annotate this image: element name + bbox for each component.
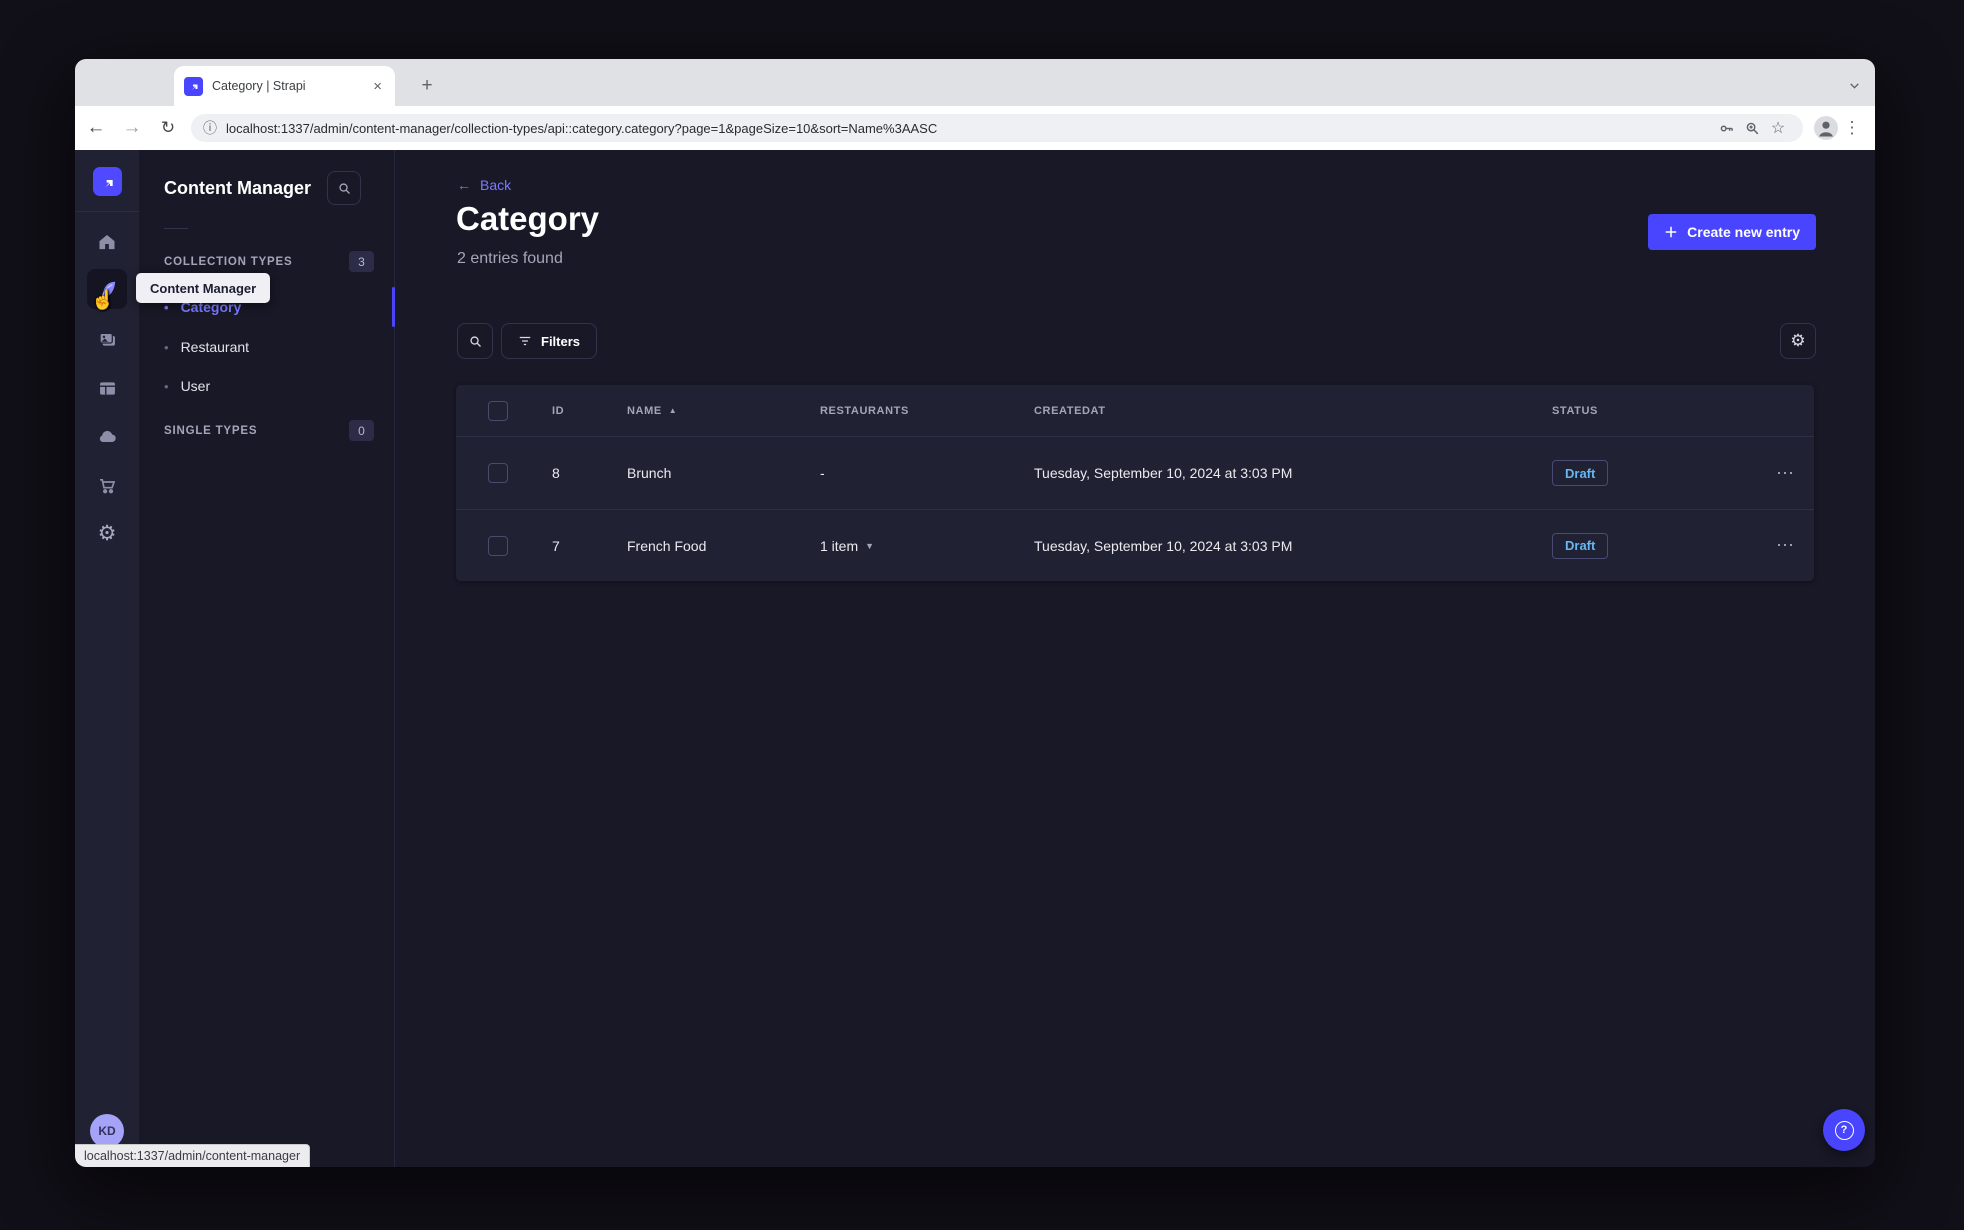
nav-content-type-builder-icon[interactable] [87,368,127,408]
main-content: ← Back Category 2 entries found Create n… [395,150,1875,1167]
subnav-item-restaurant[interactable]: • Restaurant [164,339,249,355]
content-manager-tooltip: Content Manager [136,273,271,303]
hand-cursor-icon: ☝ [91,290,115,311]
address-bar[interactable]: ⓘ localhost:1337/admin/content-manager/c… [191,114,1803,142]
status-badge: Draft [1552,460,1609,486]
bookmark-star-icon[interactable]: ☆ [1765,115,1791,141]
subnav-divider [164,228,188,229]
cell-name: French Food [627,537,707,554]
cell-name: Brunch [627,465,672,481]
browser-tab[interactable]: Category | Strapi × [174,66,395,106]
browser-window: Category | Strapi × + ← → ↻ ⓘ localhost:… [75,59,1875,1167]
nav-marketplace-icon[interactable] [87,465,127,505]
section-single-types: SINGLE TYPES [164,425,258,437]
cell-createdat: Tuesday, September 10, 2024 at 3:03 PM [1034,465,1293,481]
select-all-checkbox[interactable] [488,400,508,421]
header-createdat: CREATEDAT [1034,404,1106,417]
table-row[interactable]: 8 Brunch - Tuesday, September 10, 2024 a… [456,437,1814,509]
back-label: Back [480,177,512,193]
collection-types-count-badge: 3 [349,251,374,272]
subnav-title: Content Manager [164,178,312,198]
entries-table: ID NAME ▲ RESTAURANTS CREATEDAT STATUS 8 [456,385,1814,581]
new-tab-button[interactable]: + [412,71,442,101]
tab-search-chevron-icon[interactable] [1841,72,1867,98]
back-icon[interactable]: ← [81,113,111,143]
reload-icon[interactable]: ↻ [153,113,183,143]
single-types-count-badge: 0 [349,420,374,441]
browser-actions: ⋮ [1813,115,1865,141]
row-actions-button[interactable]: ⋯ [1769,457,1801,489]
nav-media-library-icon[interactable] [87,319,127,359]
section-collection-types: COLLECTION TYPES [164,256,293,268]
sort-asc-icon: ▲ [668,406,678,415]
entries-count: 2 entries found [457,250,563,267]
search-button[interactable] [457,323,493,359]
view-settings-button[interactable]: ⚙ [1780,323,1816,359]
row-checkbox[interactable] [488,463,508,483]
bullet-icon: • [164,339,169,355]
help-icon: ? [1834,1120,1854,1140]
table-row[interactable]: 7 French Food 1 item ▼ Tuesday, Septembe… [456,509,1814,581]
filter-icon [519,336,531,346]
plus-icon [1665,226,1677,238]
subnav-item-label: Restaurant [180,339,250,355]
link-status-bar: localhost:1337/admin/content-manager [75,1144,311,1167]
url-text[interactable]: localhost:1337/admin/content-manager/col… [226,121,1713,136]
header-name[interactable]: NAME ▲ [627,405,820,417]
status-badge: Draft [1552,532,1609,559]
nav-deploy-cloud-icon[interactable] [87,416,127,456]
row-actions-button[interactable]: ⋯ [1769,530,1801,562]
subnav-item-label: User [180,378,211,394]
header-id[interactable]: ID [552,405,627,417]
filters-button[interactable]: Filters [501,323,598,359]
nav-divider [75,211,139,212]
list-toolbar: Filters [457,323,598,359]
subnav-item-user[interactable]: • User [164,378,210,394]
zoom-page-icon[interactable] [1739,115,1765,141]
user-avatar[interactable]: KD [90,1114,124,1148]
gear-icon: ⚙ [1790,331,1806,350]
tab-close-icon[interactable]: × [370,78,385,95]
bullet-icon: • [164,378,169,394]
filters-label: Filters [541,333,581,349]
create-new-entry-button[interactable]: Create new entry [1648,214,1816,250]
header-restaurants: RESTAURANTS [820,404,909,417]
create-new-entry-label: Create new entry [1687,224,1800,240]
help-button[interactable]: ? [1823,1109,1865,1151]
tab-title: Category | Strapi [212,79,306,93]
desktop: Category | Strapi × + ← → ↻ ⓘ localhost:… [0,0,1964,1230]
back-link[interactable]: ← Back [457,177,511,193]
subnav-search-button[interactable] [327,171,361,205]
row-checkbox[interactable] [488,535,508,556]
page-title: Category [456,200,600,237]
browser-menu-icon[interactable]: ⋮ [1839,118,1865,138]
site-info-icon[interactable]: ⓘ [203,118,217,138]
table-header-row: ID NAME ▲ RESTAURANTS CREATEDAT STATUS [456,385,1814,437]
cell-createdat: Tuesday, September 10, 2024 at 3:03 PM [1034,537,1293,554]
caret-down-icon: ▼ [865,540,875,551]
browser-toolbar: ← → ↻ ⓘ localhost:1337/admin/content-man… [75,106,1875,150]
strapi-admin-page: ⚙ KD Content Manager COLLECTION TYPES 3 … [75,150,1875,1167]
strapi-logo[interactable] [93,167,122,196]
tab-strip: Category | Strapi × + [75,59,1875,148]
back-arrow-icon: ← [457,177,471,193]
nav-home-icon[interactable] [87,222,127,262]
strapi-favicon-icon [184,76,203,96]
nav-settings-icon[interactable]: ⚙ [87,513,127,553]
cell-id: 7 [552,537,560,554]
password-manager-icon[interactable] [1713,115,1739,141]
cell-restaurants-dropdown[interactable]: 1 item ▼ [820,538,1034,554]
cell-id: 8 [552,465,560,481]
header-status: STATUS [1552,404,1598,417]
profile-avatar-icon[interactable] [1813,115,1839,141]
cell-restaurants: - [820,465,825,481]
forward-icon[interactable]: → [117,113,147,143]
